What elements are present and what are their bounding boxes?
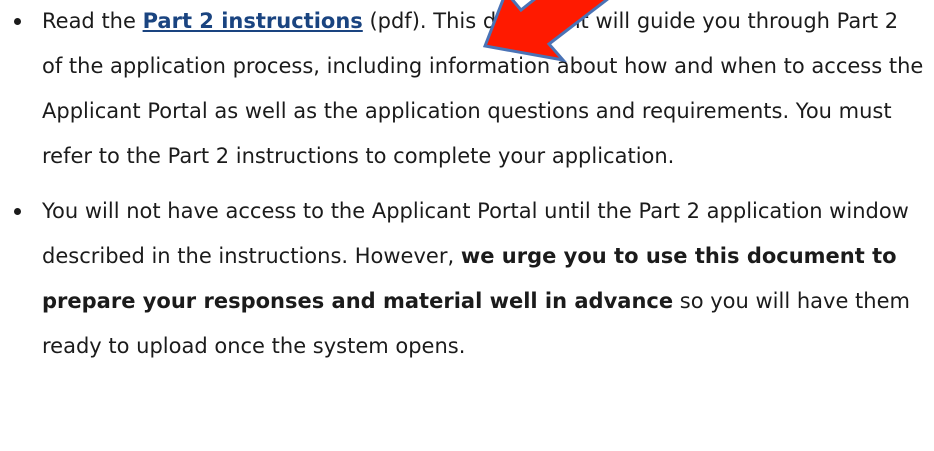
bullet-icon bbox=[14, 18, 21, 25]
item1-prefix-text: Read the bbox=[42, 9, 143, 33]
list-item-part2-instructions: Read the Part 2 instructions (pdf). This… bbox=[0, 0, 934, 179]
part2-instructions-link[interactable]: Part 2 instructions bbox=[143, 9, 363, 33]
list-item-portal-access: You will not have access to the Applican… bbox=[0, 189, 934, 369]
bullet-icon bbox=[14, 208, 21, 215]
instructions-bullet-list: Read the Part 2 instructions (pdf). This… bbox=[0, 0, 934, 369]
